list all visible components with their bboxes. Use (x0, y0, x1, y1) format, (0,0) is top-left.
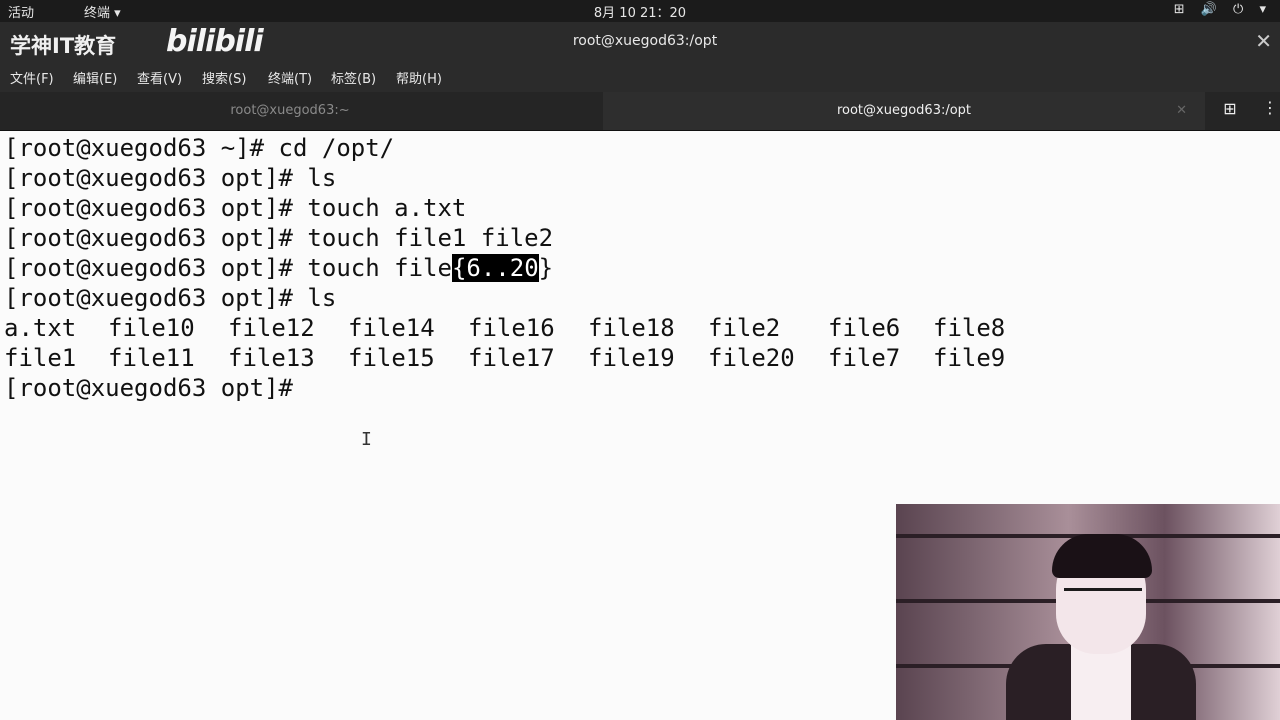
tab-close-icon[interactable]: ✕ (1176, 92, 1187, 130)
ls-entry: file17 (468, 344, 555, 372)
clock[interactable]: 8月 10 21：20 (0, 2, 1280, 21)
system-tray[interactable]: ⊞ 🔊 ⏻ ▾ (1174, 2, 1272, 17)
menu-tabs[interactable]: 标签(B) (331, 68, 376, 87)
ls-entry: file13 (228, 344, 315, 372)
terminal-prompt: [root@xuegod63 opt]# (4, 374, 293, 402)
menu-bar: 文件(F) 编辑(E) 查看(V) 搜索(S) 终端(T) 标签(B) 帮助(H… (0, 62, 1280, 92)
tab-label: root@xuegod63:~ (230, 103, 350, 118)
close-icon[interactable]: ✕ (1255, 29, 1272, 53)
menu-help[interactable]: 帮助(H) (396, 68, 442, 87)
ls-entry: a.txt (4, 314, 77, 342)
webcam-overlay (896, 504, 1280, 720)
window-title: root@xuegod63:/opt (572, 33, 718, 49)
window-titlebar: 学神IT教育 bilibili root@xuegod63:/opt ✕ (0, 22, 1280, 62)
ls-entry: file6 (828, 314, 901, 342)
ls-entry: file11 (108, 344, 195, 372)
brace-open: { (451, 254, 467, 282)
ls-entry: file10 (108, 314, 195, 342)
selected-text[interactable]: 6..20 (466, 254, 539, 282)
menu-edit[interactable]: 编辑(E) (73, 68, 117, 87)
presenter-hair (1052, 534, 1152, 578)
menu-terminal[interactable]: 终端(T) (268, 68, 312, 87)
ls-entry: file20 (708, 344, 795, 372)
ls-entry: file18 (588, 314, 675, 342)
ls-entry: file16 (468, 314, 555, 342)
ls-entry: file1 (4, 344, 77, 372)
line-prefix: [root@xuegod63 opt]# touch file (4, 254, 452, 282)
terminal-line: [root@xuegod63 opt]# touch file{6..20} (4, 253, 553, 283)
presenter-glasses (1064, 588, 1142, 605)
presenter-shirt (1071, 644, 1131, 720)
ls-entry: file14 (348, 314, 435, 342)
ls-entry: file9 (933, 344, 1006, 372)
ls-entry: file8 (933, 314, 1006, 342)
activities-button[interactable]: 活动 (8, 2, 34, 21)
text-cursor-icon: I (361, 429, 372, 450)
terminal-line: [root@xuegod63 opt]# ls (4, 284, 337, 312)
ls-entry: file2 (708, 314, 781, 342)
menu-search[interactable]: 搜索(S) (202, 68, 246, 87)
tab-home[interactable]: root@xuegod63:~ (0, 92, 580, 130)
brace-close: } (538, 254, 554, 282)
ls-entry: file7 (828, 344, 901, 372)
menu-file[interactable]: 文件(F) (10, 68, 54, 87)
new-tab-icon[interactable]: ⊞ (1218, 99, 1242, 121)
tab-bar: root@xuegod63:~ root@xuegod63:/opt ✕ ⊞ ⋮ (0, 92, 1280, 131)
ls-entry: file15 (348, 344, 435, 372)
app-menu-terminal[interactable]: 终端 ▾ (84, 2, 121, 21)
tab-label: root@xuegod63:/opt (836, 103, 972, 118)
terminal-line: [root@xuegod63 opt]# ls (4, 164, 337, 192)
ls-entry: file19 (588, 344, 675, 372)
tab-menu-icon[interactable]: ⋮ (1262, 98, 1278, 117)
terminal-line: [root@xuegod63 ~]# cd /opt/ (4, 134, 395, 162)
menu-view[interactable]: 查看(V) (137, 68, 182, 87)
ls-entry: file12 (228, 314, 315, 342)
gnome-top-bar: 活动 终端 ▾ 8月 10 21：20 ⊞ 🔊 ⏻ ▾ (0, 0, 1280, 22)
tab-opt[interactable]: root@xuegod63:/opt ✕ (603, 92, 1205, 130)
terminal-line: [root@xuegod63 opt]# touch a.txt (4, 194, 467, 222)
terminal-line: [root@xuegod63 opt]# touch file1 file2 (4, 224, 554, 252)
